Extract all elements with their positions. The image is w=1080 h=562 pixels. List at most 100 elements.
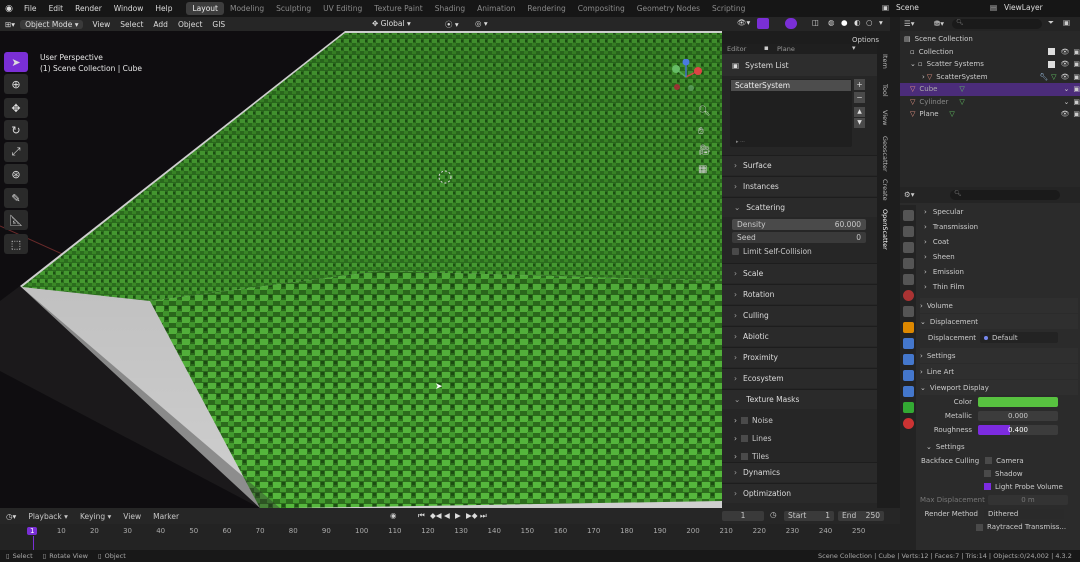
object-tab-icon[interactable] bbox=[902, 322, 914, 333]
header-menu-object[interactable]: Object bbox=[173, 20, 207, 29]
max-displacement-field[interactable]: 0 m bbox=[988, 495, 1068, 505]
subpanel-transmission[interactable]: › Transmission bbox=[920, 219, 1078, 234]
workspace-tab-rendering[interactable]: Rendering bbox=[521, 2, 571, 15]
editor-target[interactable]: Plane bbox=[777, 45, 795, 53]
shading-options-icon[interactable]: ▾ bbox=[879, 18, 883, 27]
outliner-filter-icon[interactable]: ⛃▾ bbox=[934, 19, 944, 28]
panel-line-art[interactable]: › Line Art bbox=[920, 364, 1078, 379]
subpanel-emission[interactable]: › Emission bbox=[920, 264, 1078, 279]
outliner-row[interactable]: ▽ Cylinder ▽ ⌄ ▣ bbox=[904, 96, 1080, 109]
timeline-menu-marker[interactable]: Marker bbox=[147, 512, 185, 521]
menu-edit[interactable]: Edit bbox=[43, 4, 70, 13]
zoom-icon[interactable]: 🔍︎ bbox=[698, 106, 711, 117]
list-move-down-button[interactable]: ▼ bbox=[854, 118, 865, 128]
list-add-button[interactable]: + bbox=[854, 79, 865, 90]
chevron-down-icon[interactable]: ⌄ bbox=[1064, 98, 1070, 106]
panel-settings[interactable]: › Settings bbox=[920, 348, 1078, 363]
select-tool-icon[interactable]: ➤ bbox=[4, 52, 28, 72]
timeline-menu-keying[interactable]: Keying ▾ bbox=[74, 512, 117, 521]
section-scattering[interactable]: ⌄ Scattering bbox=[722, 197, 877, 217]
workspace-tab-texture-paint[interactable]: Texture Paint bbox=[368, 2, 428, 15]
annotate-tool-icon[interactable]: ✎ bbox=[4, 188, 28, 208]
camera-icon[interactable]: ▣ bbox=[1073, 85, 1080, 93]
scene-name[interactable]: Scene bbox=[896, 3, 919, 12]
chevron-down-icon[interactable]: ⌄ bbox=[1064, 85, 1070, 93]
checkbox-icon[interactable] bbox=[741, 434, 748, 442]
outliner-row[interactable]: ⌄ ▫ Scatter Systems 👁 ▣ bbox=[904, 58, 1080, 71]
workspace-tab-modeling[interactable]: Modeling bbox=[224, 2, 270, 15]
roughness-slider[interactable]: 0.400 bbox=[978, 425, 1058, 435]
list-remove-button[interactable]: − bbox=[854, 92, 865, 103]
shading-rendered-icon[interactable]: ○ bbox=[866, 18, 873, 27]
chevron-down-icon[interactable]: ⌄ bbox=[910, 60, 916, 68]
xray-icon[interactable]: ◫ bbox=[812, 18, 819, 27]
outliner-row[interactable]: ▽ Plane ▽ 👁 ▣ bbox=[904, 108, 1080, 121]
transform-orientation[interactable]: ✥ Global ▾ bbox=[372, 19, 411, 28]
timeline-editor-icon[interactable]: ◷▾ bbox=[0, 512, 22, 521]
measure-tool-icon[interactable]: 📐︎ bbox=[4, 210, 28, 230]
panel-volume[interactable]: › Volume bbox=[920, 298, 1078, 313]
blender-logo-icon[interactable]: ◉ bbox=[0, 4, 18, 14]
eye-icon[interactable]: 👁 bbox=[1060, 48, 1069, 56]
checkbox-checked-icon[interactable] bbox=[1048, 48, 1056, 56]
end-field[interactable]: End 250 bbox=[838, 511, 884, 521]
jump-key-back-icon[interactable]: ◆◀ bbox=[430, 511, 442, 520]
timeline-ruler[interactable]: 1 10 20 30 40 50 60 70 80 90 100 110 120 130 140 150 160… bbox=[0, 524, 900, 550]
section-ecosystem[interactable]: › Ecosystem bbox=[722, 368, 877, 388]
subpanel-thin-film[interactable]: › Thin Film bbox=[920, 279, 1078, 294]
material-tab-icon[interactable] bbox=[902, 418, 914, 429]
start-field[interactable]: Start 1 bbox=[784, 511, 834, 521]
cursor-tool-icon[interactable]: ⊕ bbox=[4, 74, 28, 94]
header-menu-select[interactable]: Select bbox=[115, 20, 148, 29]
workspace-tab-compositing[interactable]: Compositing bbox=[572, 2, 631, 15]
scene-tab-icon[interactable] bbox=[902, 274, 914, 285]
subpanel-sheen[interactable]: › Sheen bbox=[920, 249, 1078, 264]
displacement-socket[interactable]: Default bbox=[980, 332, 1058, 343]
menu-file[interactable]: File bbox=[18, 4, 43, 13]
jump-start-icon[interactable]: ⏮ bbox=[418, 511, 425, 521]
rotate-tool-icon[interactable]: ↻ bbox=[4, 120, 28, 140]
outliner-search-input[interactable]: 🔍︎ bbox=[952, 19, 1042, 29]
view-layer-tab-icon[interactable] bbox=[902, 258, 914, 269]
proportional-edit-icon[interactable]: ◎ ▾ bbox=[475, 19, 488, 28]
tool-tab-icon[interactable] bbox=[902, 210, 914, 221]
section-surface[interactable]: › Surface bbox=[722, 155, 877, 175]
tab-view[interactable]: View bbox=[878, 110, 889, 125]
workspace-tab-layout[interactable]: Layout bbox=[186, 2, 224, 15]
checkbox-icon[interactable] bbox=[741, 416, 748, 424]
workspace-tab-scripting[interactable]: Scripting bbox=[706, 2, 751, 15]
eye-icon[interactable]: 👁 bbox=[1060, 110, 1069, 118]
system-list-item[interactable]: ScatterSystem bbox=[731, 80, 851, 91]
jump-key-forward-icon[interactable]: ▶◆ bbox=[466, 511, 478, 520]
section-instances[interactable]: › Instances bbox=[722, 176, 877, 196]
overlay-toggle-icon[interactable] bbox=[785, 18, 797, 29]
visibility-icon[interactable]: 👁▾ bbox=[737, 18, 750, 27]
workspace-tab-sculpting[interactable]: Sculpting bbox=[270, 2, 317, 15]
current-frame-field[interactable]: 1 bbox=[722, 511, 764, 521]
checkbox-icon[interactable] bbox=[976, 523, 983, 531]
eye-icon[interactable]: 👁 bbox=[1060, 60, 1069, 68]
menu-render[interactable]: Render bbox=[69, 4, 108, 13]
shading-material-icon[interactable]: ◐ bbox=[854, 18, 861, 27]
metallic-slider[interactable]: 0.000 bbox=[978, 411, 1058, 421]
move-tool-icon[interactable]: ✥ bbox=[4, 98, 28, 118]
checkbox-icon[interactable] bbox=[984, 470, 991, 477]
panel-settings-2[interactable]: ⌄ Settings bbox=[920, 439, 1078, 454]
playhead-line[interactable] bbox=[33, 536, 34, 550]
new-collection-icon[interactable]: ▣ bbox=[1063, 18, 1070, 27]
playhead-frame[interactable]: 1 bbox=[27, 527, 38, 535]
system-list[interactable]: ScatterSystem ▸ ··· bbox=[730, 79, 852, 147]
auto-key-icon[interactable]: ◉ bbox=[390, 511, 397, 520]
camera-icon[interactable]: ▣ bbox=[1073, 48, 1080, 56]
particles-tab-icon[interactable] bbox=[902, 354, 914, 365]
outliner-row[interactable]: ▫ Collection 👁 ▣ bbox=[904, 46, 1080, 59]
density-field[interactable]: Density 60.000 bbox=[732, 219, 866, 230]
jump-end-icon[interactable]: ⏭ bbox=[480, 511, 487, 521]
view-layer-name[interactable]: ViewLayer bbox=[1004, 3, 1043, 12]
world-tab-icon[interactable] bbox=[902, 290, 914, 301]
section-proximity[interactable]: › Proximity bbox=[722, 347, 877, 367]
gizmo-toggle-icon[interactable] bbox=[757, 18, 769, 29]
section-texture-masks[interactable]: ⌄ Texture Masks bbox=[722, 389, 877, 409]
play-reverse-icon[interactable]: ◀ bbox=[444, 511, 450, 520]
tab-create[interactable]: Create bbox=[878, 179, 889, 201]
